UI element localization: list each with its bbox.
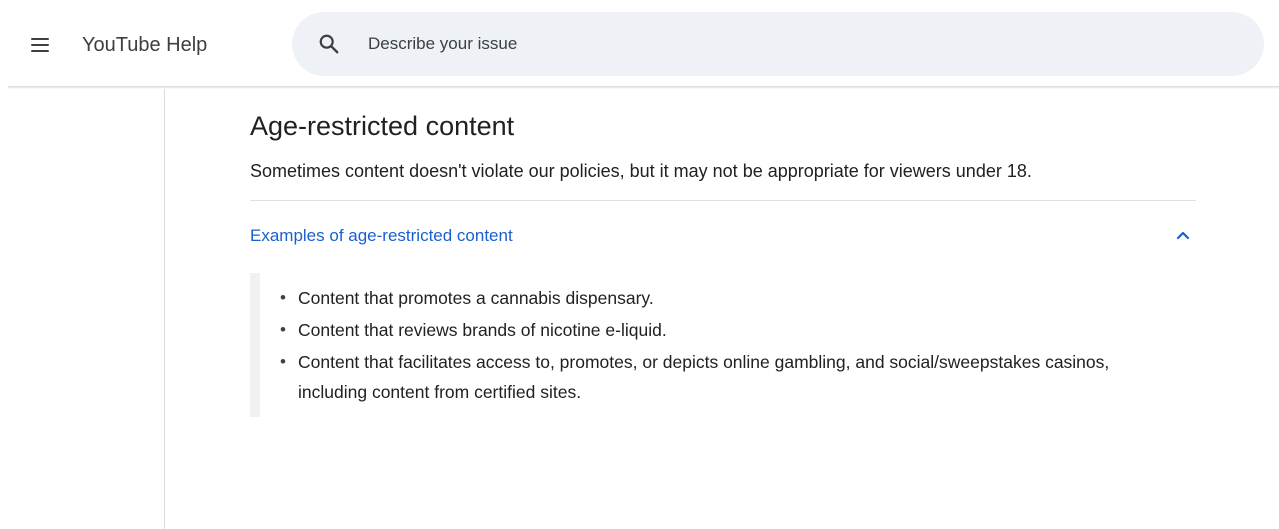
menu-icon[interactable] <box>28 33 52 57</box>
accordion-toggle[interactable]: Examples of age-restricted content <box>250 201 1196 261</box>
examples-accordion: Examples of age-restricted content • Con… <box>250 201 1196 417</box>
bullet-icon: • <box>280 320 286 339</box>
article: Age-restricted content Sometimes content… <box>250 108 1196 417</box>
bullet-icon: • <box>280 288 286 307</box>
examples-list: • Content that promotes a cannabis dispe… <box>278 273 1158 417</box>
top-bar-shadow <box>8 86 1279 89</box>
list-item: • Content that facilitates access to, pr… <box>278 347 1158 407</box>
list-item-text: Content that reviews brands of nicotine … <box>298 320 667 340</box>
search-icon[interactable] <box>318 33 340 55</box>
list-item: • Content that reviews brands of nicotin… <box>278 315 1158 345</box>
app-title[interactable]: YouTube Help <box>82 33 207 57</box>
accordion-content-bar <box>250 273 260 417</box>
left-nav-divider <box>164 89 165 529</box>
search-input[interactable] <box>368 32 1228 56</box>
search-bar[interactable] <box>292 12 1264 76</box>
list-item-text: Content that promotes a cannabis dispens… <box>298 288 654 308</box>
accordion-content: • Content that promotes a cannabis dispe… <box>250 273 1196 417</box>
bullet-icon: • <box>280 352 286 371</box>
list-item-text: Content that facilitates access to, prom… <box>298 352 1110 402</box>
accordion-title[interactable]: Examples of age-restricted content <box>250 225 513 247</box>
top-bar: YouTube Help <box>0 0 1279 88</box>
chevron-up-icon[interactable] <box>1176 230 1190 240</box>
article-intro: Sometimes content doesn't violate our po… <box>250 161 1032 181</box>
page-title: Age-restricted content <box>250 111 515 141</box>
list-item: • Content that promotes a cannabis dispe… <box>278 283 1158 313</box>
